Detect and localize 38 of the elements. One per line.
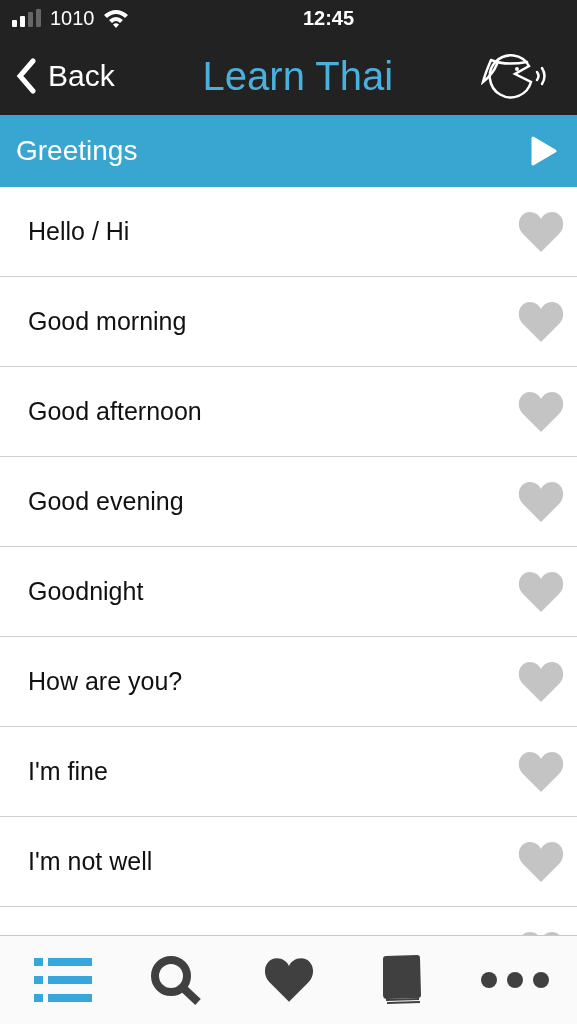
heart-icon[interactable] bbox=[517, 389, 565, 434]
heart-icon[interactable] bbox=[517, 839, 565, 884]
phrase-text: How are you? bbox=[28, 665, 183, 697]
carrier-name: 1010 bbox=[50, 6, 95, 31]
phrase-row[interactable]: Goodnight bbox=[0, 547, 577, 637]
wifi-icon bbox=[102, 8, 129, 28]
heart-icon[interactable] bbox=[517, 749, 565, 794]
heart-icon[interactable] bbox=[517, 659, 565, 704]
phrase-row[interactable]: I'm not well bbox=[0, 817, 577, 907]
back-button[interactable]: Back bbox=[16, 53, 115, 98]
heart-icon[interactable] bbox=[517, 209, 565, 254]
status-time: 12:45 bbox=[302, 6, 355, 31]
phrase-text: I'm fine bbox=[28, 755, 108, 787]
heart-icon[interactable] bbox=[517, 299, 565, 344]
play-icon[interactable] bbox=[531, 136, 557, 166]
signal-icon bbox=[12, 9, 42, 27]
phrase-text: Good afternoon bbox=[28, 395, 202, 427]
search-icon bbox=[149, 955, 202, 1005]
phrase-text: Good morning bbox=[28, 305, 187, 337]
heart-icon[interactable] bbox=[517, 569, 565, 614]
heart-icon[interactable] bbox=[517, 479, 565, 524]
heart-icon bbox=[262, 956, 315, 1004]
app-title: Learn Thai bbox=[202, 52, 394, 100]
list-icon bbox=[33, 958, 92, 1002]
phrase-text: Goodnight bbox=[28, 575, 144, 607]
book-icon bbox=[380, 955, 423, 1005]
phrase-row[interactable]: Hello / Hi bbox=[0, 187, 577, 277]
more-icon bbox=[480, 972, 549, 988]
phrase-text: Good evening bbox=[28, 485, 184, 517]
phrase-row[interactable]: Good afternoon bbox=[0, 367, 577, 457]
section-title: Greetings bbox=[16, 134, 138, 168]
phrase-text: Hello / Hi bbox=[28, 215, 130, 247]
chevron-left-icon bbox=[16, 57, 36, 94]
phrase-row[interactable]: I'm fine bbox=[0, 727, 577, 817]
phrase-text: I'm not well bbox=[28, 845, 153, 877]
phrase-row[interactable]: Good evening bbox=[0, 457, 577, 547]
phrase-row[interactable]: Good morning bbox=[0, 277, 577, 367]
phrase-row[interactable]: How are you? bbox=[0, 637, 577, 727]
